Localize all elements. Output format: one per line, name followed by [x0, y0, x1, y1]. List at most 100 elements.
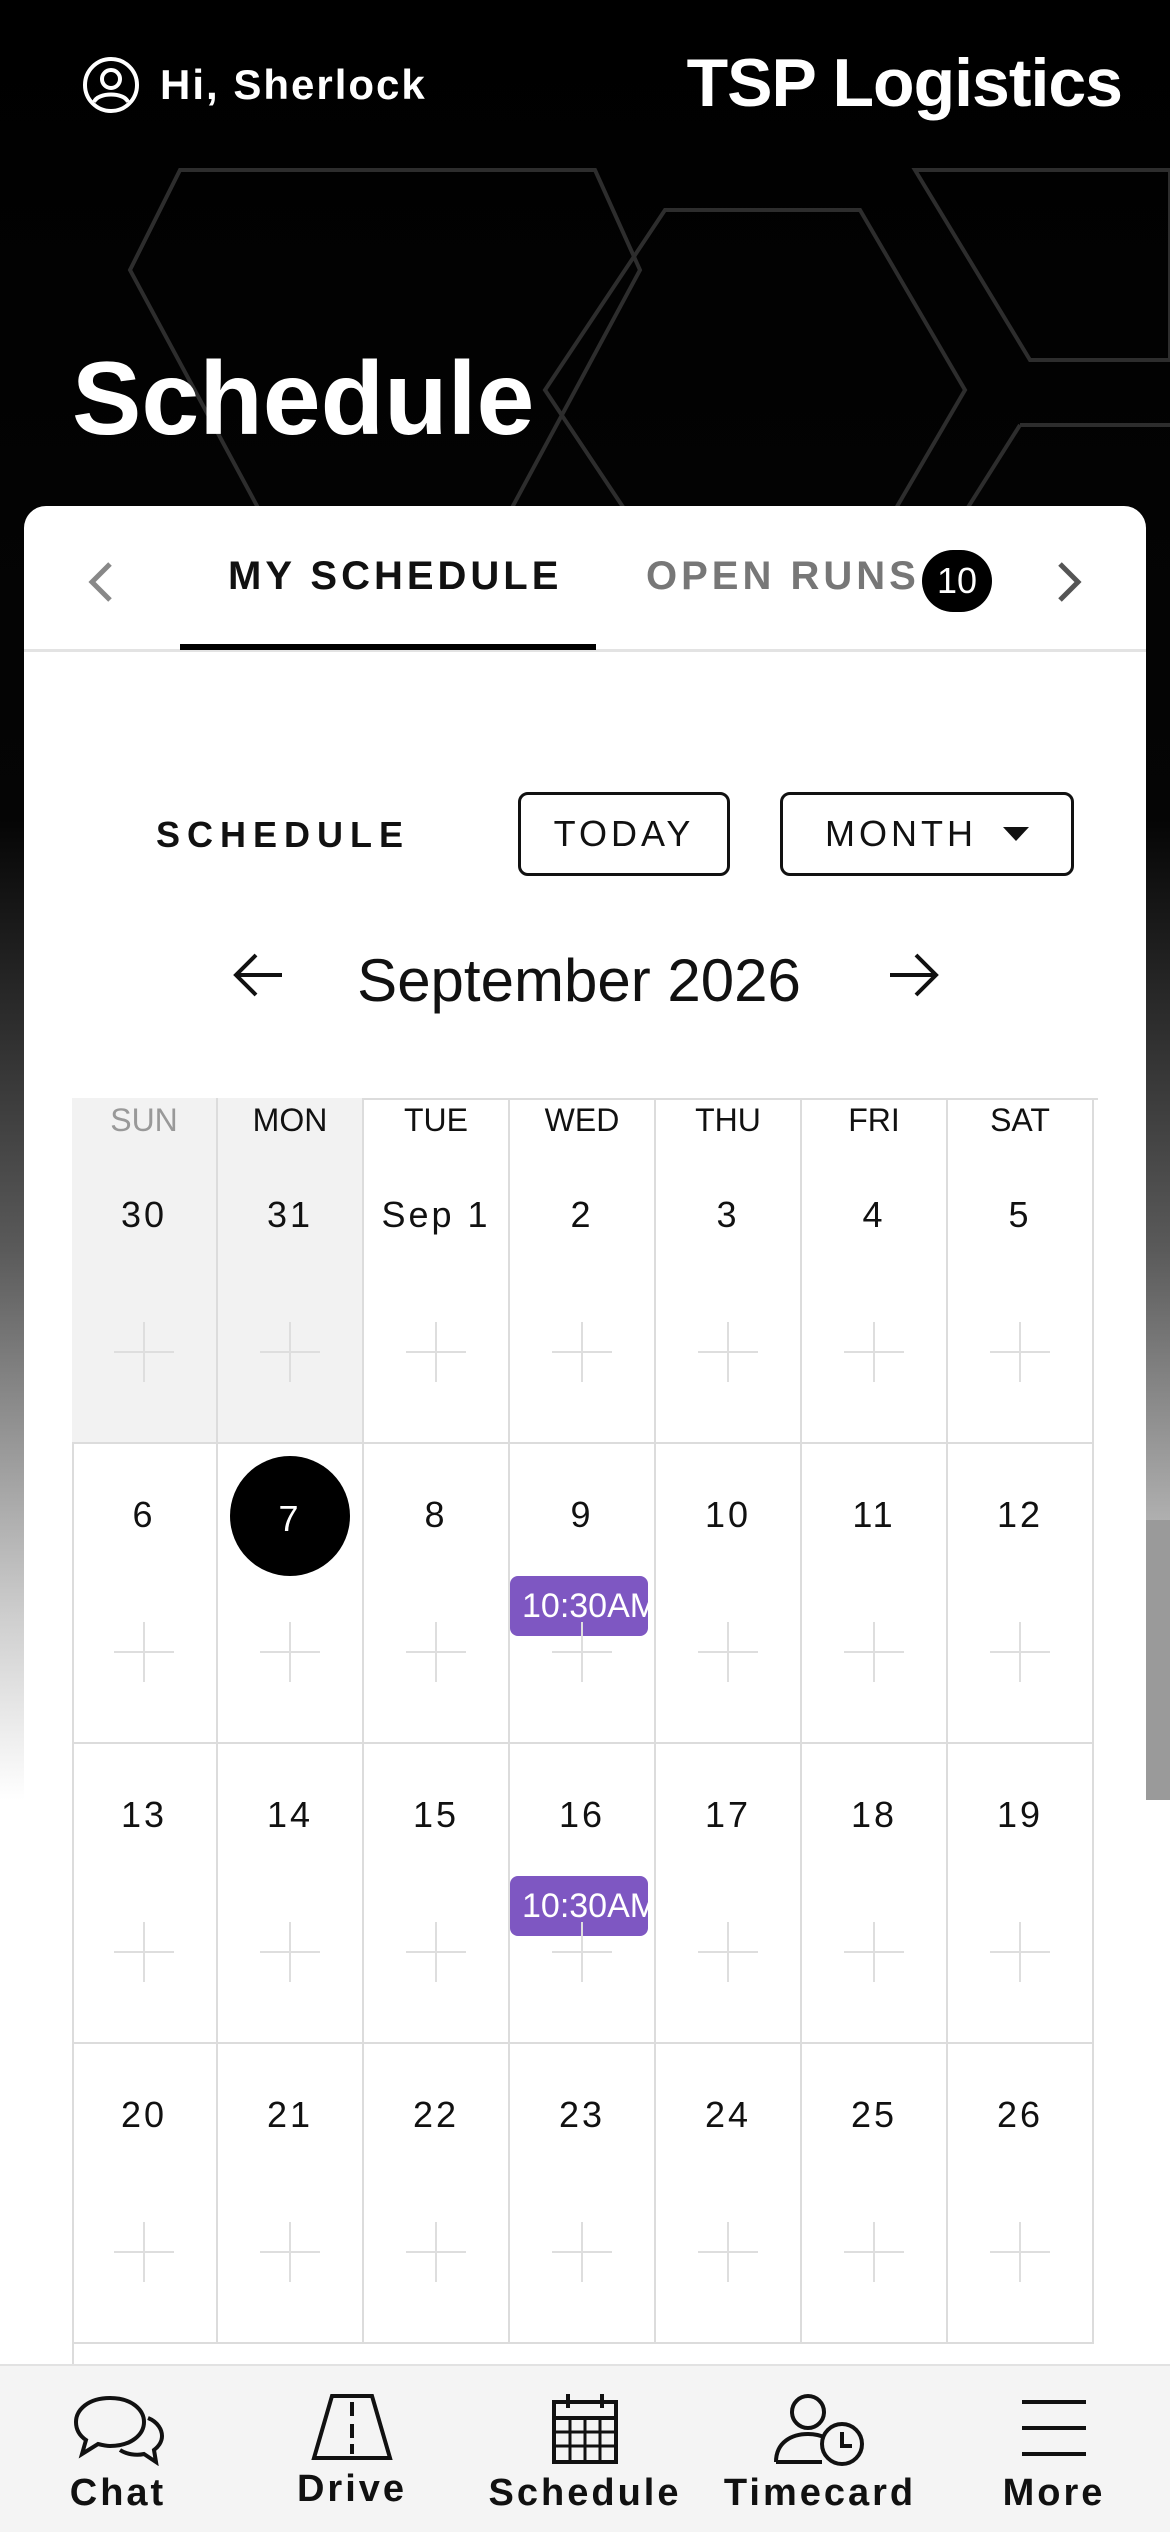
weekday-header: THU — [695, 1102, 761, 1138]
day-number: 16 — [558, 1794, 606, 1835]
calendar-day-cell[interactable]: 20 — [72, 2044, 218, 2344]
add-event-plus-icon[interactable] — [844, 2222, 904, 2282]
calendar-day-cell[interactable]: 13 — [72, 1744, 218, 2044]
day-number: 10 — [704, 1494, 752, 1535]
add-event-plus-icon[interactable] — [844, 1622, 904, 1682]
month-navigation: September 2026 — [24, 926, 1146, 1026]
calendar-icon — [552, 2394, 618, 2464]
add-event-plus-icon[interactable] — [406, 1322, 466, 1382]
weekday-header: SAT — [990, 1102, 1050, 1138]
add-event-plus-icon[interactable] — [552, 1922, 612, 1982]
calendar-day-cell[interactable]: 17 — [656, 1744, 802, 2044]
calendar-day-cell[interactable]: WED 2 — [510, 1098, 656, 1444]
nav-chat[interactable]: Chat — [38, 2366, 198, 2532]
add-event-plus-icon[interactable] — [260, 1622, 320, 1682]
day-number: 8 — [424, 1494, 448, 1535]
background-strip — [1146, 1520, 1170, 1800]
calendar-day-cell[interactable]: SAT 5 — [948, 1098, 1094, 1444]
user-clock-icon — [774, 2394, 864, 2466]
calendar-day-cell[interactable]: 11 — [802, 1444, 948, 1744]
calendar-day-cell[interactable]: SUN 30 — [72, 1098, 218, 1444]
prev-month-arrow-icon[interactable] — [230, 950, 286, 1000]
add-event-plus-icon[interactable] — [114, 1322, 174, 1382]
day-number: 31 — [266, 1194, 314, 1235]
nav-timecard[interactable]: Timecard — [720, 2366, 920, 2532]
add-event-plus-icon[interactable] — [114, 2222, 174, 2282]
day-number: 20 — [120, 2094, 168, 2135]
day-number: 9 — [570, 1494, 594, 1535]
calendar-day-cell[interactable]: 15 — [364, 1744, 510, 2044]
calendar-day-cell[interactable]: 21 — [218, 2044, 364, 2344]
weekday-header: TUE — [404, 1102, 468, 1138]
add-event-plus-icon[interactable] — [114, 1922, 174, 1982]
tab-open-runs[interactable]: OPEN RUNS — [646, 554, 920, 599]
calendar-day-cell[interactable]: 7 — [218, 1444, 364, 1744]
greeting-text: Hi, Sherlock — [160, 61, 427, 108]
nav-schedule[interactable]: Schedule — [488, 2366, 682, 2532]
add-event-plus-icon[interactable] — [990, 1922, 1050, 1982]
view-select[interactable]: MONTH — [780, 792, 1074, 876]
calendar-day-cell[interactable]: 8 — [364, 1444, 510, 1744]
add-event-plus-icon[interactable] — [990, 2222, 1050, 2282]
add-event-plus-icon[interactable] — [260, 1922, 320, 1982]
calendar-day-cell[interactable]: 16 10:30AM — [510, 1744, 656, 2044]
calendar-day-cell[interactable]: 24 — [656, 2044, 802, 2344]
nav-timecard-label: Timecard — [723, 2472, 917, 2514]
add-event-plus-icon[interactable] — [406, 1922, 466, 1982]
calendar-day-cell[interactable]: 6 — [72, 1444, 218, 1744]
calendar-day-cell[interactable]: 23 — [510, 2044, 656, 2344]
add-event-plus-icon[interactable] — [114, 1622, 174, 1682]
nav-schedule-label: Schedule — [488, 2472, 682, 2514]
calendar-day-cell[interactable]: 18 — [802, 1744, 948, 2044]
add-event-plus-icon[interactable] — [552, 2222, 612, 2282]
calendar-day-cell[interactable]: 12 — [948, 1444, 1094, 1744]
add-event-plus-icon[interactable] — [844, 1922, 904, 1982]
day-number: 24 — [704, 2094, 752, 2135]
add-event-plus-icon[interactable] — [552, 1322, 612, 1382]
calendar-day-cell[interactable]: 10 — [656, 1444, 802, 1744]
tabs-prev-button[interactable] — [76, 552, 126, 612]
day-number: 14 — [266, 1794, 314, 1835]
day-number: 3 — [716, 1194, 740, 1235]
page-title: Schedule — [72, 341, 535, 457]
calendar-day-cell[interactable]: MON 31 — [218, 1098, 364, 1444]
calendar-day-cell[interactable]: 26 — [948, 2044, 1094, 2344]
add-event-plus-icon[interactable] — [552, 1622, 612, 1682]
chat-icon — [73, 2395, 165, 2466]
calendar-day-cell[interactable]: 14 — [218, 1744, 364, 2044]
add-event-plus-icon[interactable] — [406, 1622, 466, 1682]
tab-my-schedule[interactable]: MY SCHEDULE — [228, 554, 562, 599]
add-event-plus-icon[interactable] — [698, 1922, 758, 1982]
add-event-plus-icon[interactable] — [406, 2222, 466, 2282]
calendar-day-cell[interactable]: THU 3 — [656, 1098, 802, 1444]
nav-drive[interactable]: Drive — [272, 2366, 432, 2532]
nav-more[interactable]: More — [974, 2366, 1134, 2532]
add-event-plus-icon[interactable] — [698, 2222, 758, 2282]
tabs-next-button[interactable] — [1044, 552, 1094, 612]
chevron-left-icon — [88, 562, 112, 602]
calendar-day-cell[interactable]: 22 — [364, 2044, 510, 2344]
schedule-card: MY SCHEDULE OPEN RUNS 10 SCHEDULE TODAY … — [24, 506, 1146, 2532]
calendar-day-cell[interactable]: 19 — [948, 1744, 1094, 2044]
add-event-plus-icon[interactable] — [260, 1322, 320, 1382]
calendar-day-cell[interactable]: FRI 4 — [802, 1098, 948, 1444]
next-month-arrow-icon[interactable] — [886, 950, 942, 1000]
today-button[interactable]: TODAY — [518, 792, 730, 876]
add-event-plus-icon[interactable] — [698, 1322, 758, 1382]
caret-down-icon — [1002, 827, 1029, 841]
day-number: 30 — [120, 1194, 168, 1235]
add-event-plus-icon[interactable] — [698, 1622, 758, 1682]
day-number: 22 — [412, 2094, 460, 2135]
weekday-header: MON — [252, 1102, 328, 1138]
add-event-plus-icon[interactable] — [844, 1322, 904, 1382]
add-event-plus-icon[interactable] — [260, 2222, 320, 2282]
add-event-plus-icon[interactable] — [990, 1322, 1050, 1382]
nav-more-label: More — [1002, 2472, 1106, 2514]
calendar-day-cell[interactable]: 9 10:30AM — [510, 1444, 656, 1744]
chevron-right-icon — [1058, 562, 1082, 602]
user-greeting[interactable]: Hi, Sherlock — [82, 56, 427, 114]
calendar-day-cell[interactable]: TUE Sep 1 — [364, 1098, 510, 1444]
day-number: Sep 1 — [381, 1194, 491, 1235]
add-event-plus-icon[interactable] — [990, 1622, 1050, 1682]
calendar-day-cell[interactable]: 25 — [802, 2044, 948, 2344]
